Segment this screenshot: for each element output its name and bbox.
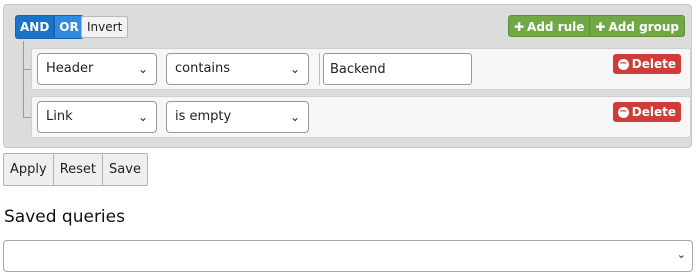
reset-button[interactable]: Reset: [53, 153, 104, 186]
rule-row: Link ⌄ is empty ⌄ − Delete: [31, 96, 691, 138]
minus-circle-icon: −: [617, 106, 629, 118]
apply-button[interactable]: Apply: [3, 153, 54, 186]
value-input[interactable]: [323, 53, 472, 85]
add-rule-label: Add rule: [527, 20, 585, 34]
field-select[interactable]: Link ⌄: [37, 101, 157, 133]
rule-row: Header ⌄ contains ⌄ −Delete: [31, 48, 691, 90]
add-rule-button[interactable]: ✚ Add rule: [507, 15, 591, 37]
chevron-down-icon: ⌄: [137, 110, 148, 124]
operator-select-value: contains: [175, 61, 231, 76]
or-button[interactable]: OR: [54, 15, 84, 39]
operator-select-value: is empty: [175, 109, 232, 124]
delete-label: Delete: [631, 105, 676, 119]
field-select[interactable]: Header ⌄: [37, 53, 157, 85]
add-group-button[interactable]: ✚ Add group: [590, 15, 685, 37]
saved-queries-heading: Saved queries: [4, 207, 125, 227]
save-button[interactable]: Save: [103, 153, 148, 186]
chevron-down-icon: ⌄: [676, 248, 686, 261]
and-button[interactable]: AND: [15, 15, 55, 39]
value-separator: [319, 53, 320, 85]
tree-line: [23, 41, 24, 117]
minus-circle-icon: −: [617, 58, 629, 70]
query-builder: AND OR Invert ✚ Add rule ✚ Add group Heade…: [3, 4, 692, 148]
group-actions: ✚ Add rule ✚ Add group: [507, 15, 685, 37]
operator-select[interactable]: contains ⌄: [166, 53, 309, 85]
saved-queries-select[interactable]: ⌄: [3, 240, 693, 272]
invert-button[interactable]: Invert: [81, 16, 129, 38]
chevron-down-icon: ⌄: [137, 62, 148, 76]
delete-label: Delete: [631, 57, 676, 71]
operator-select[interactable]: is empty ⌄: [166, 101, 309, 133]
chevron-down-icon: ⌄: [289, 62, 300, 76]
field-select-value: Header: [46, 61, 94, 76]
delete-rule-button[interactable]: − Delete: [612, 54, 681, 74]
plus-circle-icon: ✚: [595, 20, 606, 34]
add-group-label: Add group: [608, 20, 679, 34]
plus-icon: ✚: [513, 20, 525, 34]
delete-rule-button[interactable]: − Delete: [612, 102, 681, 122]
chevron-down-icon: ⌄: [289, 110, 300, 124]
query-actions: Apply Reset Save: [3, 153, 148, 186]
condition-toggle: AND OR: [15, 15, 84, 39]
field-select-value: Link: [46, 109, 73, 124]
